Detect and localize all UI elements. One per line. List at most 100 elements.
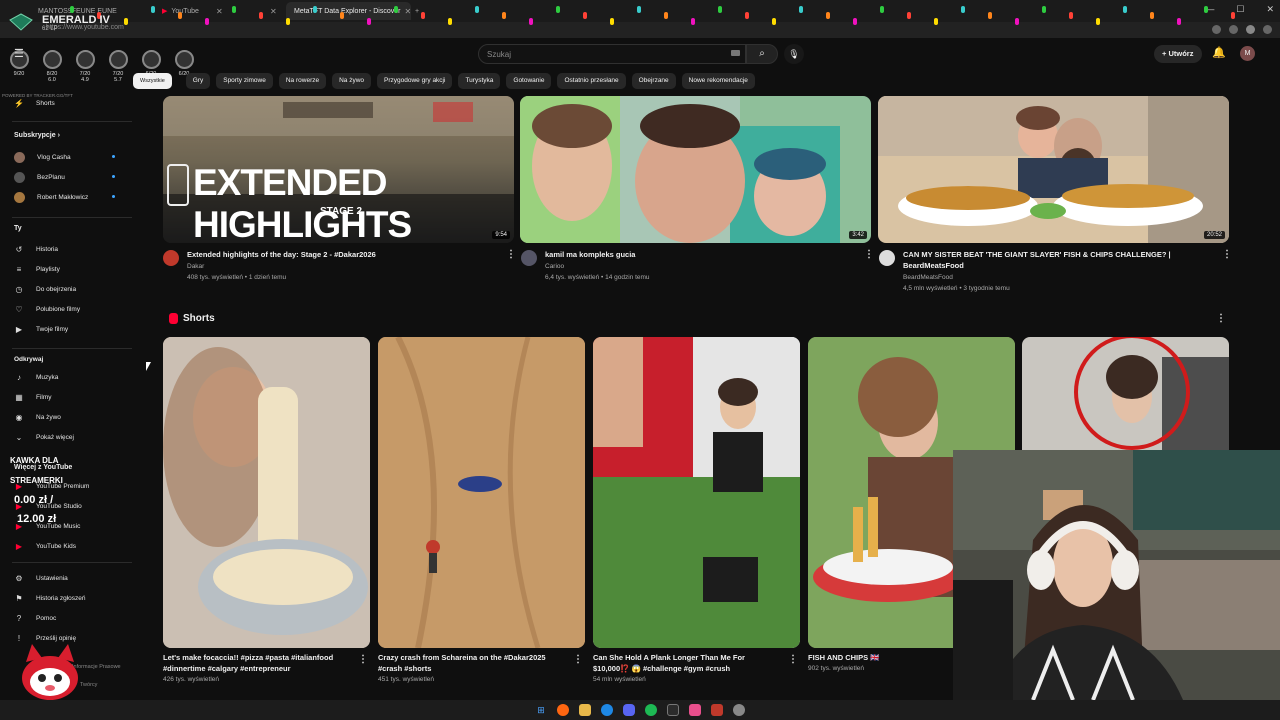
light-bulb: [1042, 6, 1046, 13]
filter-chip[interactable]: Nowe rekomendacje: [681, 73, 755, 89]
short-thumbnail-plank[interactable]: [593, 337, 800, 648]
more-options-icon[interactable]: ⋮: [573, 654, 583, 665]
sidebar-item[interactable]: ≡ Playlisty: [14, 261, 60, 277]
discord-icon[interactable]: [623, 704, 635, 716]
sidebar-item[interactable]: ▶ Twoje filmy: [14, 321, 68, 337]
short-title[interactable]: FISH AND CHIPS 🇬🇧: [808, 652, 948, 663]
profile-icon[interactable]: [1246, 25, 1255, 34]
short-thumbnail-focaccia[interactable]: [163, 337, 370, 648]
filter-chip[interactable]: Ostatnio przesłane: [557, 73, 626, 89]
obs-icon[interactable]: [667, 704, 679, 716]
shorts-icon: ⚡: [14, 98, 24, 108]
subscription-item[interactable]: BezPlanu: [14, 169, 124, 185]
video-title[interactable]: Extended highlights of the day: Stage 2 …: [187, 250, 487, 260]
sidebar-item-label: Historia zgłoszeń: [36, 594, 86, 602]
subscriptions-heading[interactable]: Subskrypcje ›: [14, 132, 60, 139]
sidebar: ⚡ Shorts Subskrypcje › Vlog Casha BezPlan…: [0, 95, 150, 700]
placement-avg: 4.9: [81, 77, 89, 83]
filter-chip[interactable]: Na żywo: [332, 73, 372, 89]
voice-search-button[interactable]: 🎙: [784, 44, 804, 64]
short-title[interactable]: Crazy crash from Schareina on the #Dakar…: [378, 652, 568, 663]
filter-chip[interactable]: Obejrzane: [631, 73, 676, 89]
short-title[interactable]: Can She Hold A Plank Longer Than Me For: [593, 652, 783, 663]
sidebar-item[interactable]: ⌄ Pokaż więcej: [14, 429, 74, 445]
short-title[interactable]: Let's make focaccia!! #pizza #pasta #ita…: [163, 652, 353, 663]
sidebar-item[interactable]: ▶ YouTube Kids: [14, 538, 76, 554]
sidebar-item[interactable]: ◷ Do obejrzenia: [14, 281, 77, 297]
video-title[interactable]: CAN MY SISTER BEAT 'THE GIANT SLAYER' FI…: [903, 250, 1213, 260]
video-title-line2[interactable]: BeardMeatsFood: [903, 261, 1213, 271]
spotify-icon[interactable]: [645, 704, 657, 716]
channel-avatar[interactable]: [879, 250, 895, 266]
close-window-icon[interactable]: ✕: [1266, 4, 1274, 15]
sidebar-item-shorts[interactable]: ⚡ Shorts: [14, 95, 55, 111]
channel-name[interactable]: Carioo: [545, 261, 564, 272]
hamburger-menu-icon[interactable]: ☰: [14, 47, 24, 60]
short-title-line2[interactable]: #dinnertime #calgary #entrepreneur: [163, 663, 353, 674]
file-explorer-icon[interactable]: [579, 704, 591, 716]
account-avatar[interactable]: M: [1240, 46, 1255, 61]
channel-name[interactable]: BeardMeatsFood: [903, 272, 953, 283]
channel-avatar[interactable]: [163, 250, 179, 266]
browser-tab-active[interactable]: MetaTFT Data Explorer - Discover ✕: [286, 2, 411, 20]
short-title-line2[interactable]: #crash #shorts: [378, 663, 568, 674]
keyboard-icon[interactable]: [731, 50, 740, 56]
placement-item: 8/20 6.0: [41, 50, 63, 83]
more-options-icon[interactable]: ⋮: [864, 249, 874, 260]
menu-icon[interactable]: [1263, 25, 1272, 34]
more-options-icon[interactable]: ⋮: [358, 654, 368, 665]
filter-chip[interactable]: Turystyka: [458, 73, 501, 89]
edge-icon[interactable]: [601, 704, 613, 716]
browser-tab[interactable]: ✕: [262, 2, 282, 20]
shorts-more-options-icon[interactable]: ⋮: [1216, 313, 1226, 324]
sidebar-item[interactable]: ? Pomoc: [14, 610, 56, 626]
sidebar-item[interactable]: ⚑ Historia zgłoszeń: [14, 590, 86, 606]
short-thumbnail-5[interactable]: [1022, 337, 1229, 450]
sidebar-item[interactable]: ♡ Polubione filmy: [14, 301, 80, 317]
video-thumbnail-dakar[interactable]: EXTENDED HIGHLIGHTS STAGE 2 9:54: [163, 96, 514, 243]
filter-chip[interactable]: Sporty zimowe: [216, 73, 273, 89]
filter-chip[interactable]: Na rowerze: [278, 73, 327, 89]
app-icon[interactable]: [711, 704, 723, 716]
you-heading[interactable]: Ty: [14, 225, 22, 232]
search-input[interactable]: Szukaj: [478, 44, 746, 64]
video-thumbnail-kamil[interactable]: 3:42: [520, 96, 871, 243]
video-title[interactable]: kamil ma kompleks gucia: [545, 250, 845, 260]
search-button[interactable]: ⌕: [746, 44, 778, 64]
app-icon[interactable]: [689, 704, 701, 716]
filter-chip[interactable]: Przygodowe gry akcji: [377, 73, 453, 89]
app-icon[interactable]: [733, 704, 745, 716]
more-options-icon[interactable]: ⋮: [506, 249, 516, 260]
sidebar-item[interactable]: ↺ Historia: [14, 241, 58, 257]
close-tab-icon[interactable]: ✕: [216, 7, 223, 16]
short-title-line2[interactable]: $10,000⁉️ 😱 #challenge #gym #crush: [593, 663, 783, 674]
sidebar-item[interactable]: ◉ Na żywo: [14, 409, 61, 425]
notifications-bell-icon[interactable]: 🔔: [1212, 46, 1226, 59]
address-bar[interactable]: https://www.youtube.com: [0, 22, 1280, 38]
short-thumbnail-crash[interactable]: [378, 337, 585, 648]
more-options-icon[interactable]: ⋮: [1222, 249, 1232, 260]
close-tab-icon[interactable]: ✕: [270, 7, 277, 16]
explore-heading: Odkrywaj: [14, 356, 44, 363]
video-thumbnail-fishandchips[interactable]: 20:52: [878, 96, 1229, 243]
sidebar-item[interactable]: ⚙ Ustawienia: [14, 570, 67, 586]
windows-start-icon[interactable]: ⊞: [535, 704, 547, 716]
filter-chip[interactable]: Wszystkie: [133, 73, 172, 89]
filter-chip[interactable]: Gotowanie: [506, 73, 552, 89]
subscription-item[interactable]: Robert Makłowicz: [14, 189, 124, 205]
subscription-item[interactable]: Vlog Casha: [14, 149, 124, 165]
more-options-icon[interactable]: ⋮: [788, 654, 798, 665]
extension-icon[interactable]: [1212, 25, 1221, 34]
maximize-icon[interactable]: ☐: [1236, 4, 1244, 15]
light-bulb: [394, 6, 398, 13]
sidebar-item[interactable]: ♪ Muzyka: [14, 369, 58, 385]
firefox-icon[interactable]: [557, 704, 569, 716]
filter-chip[interactable]: Gry: [185, 73, 211, 89]
extension-icons: [1212, 25, 1272, 34]
close-tab-icon[interactable]: ✕: [404, 7, 411, 16]
extension-icon[interactable]: [1229, 25, 1238, 34]
channel-name[interactable]: Dakar: [187, 261, 204, 272]
channel-avatar[interactable]: [521, 250, 537, 266]
create-button[interactable]: + Utwórz: [1154, 45, 1202, 63]
sidebar-item[interactable]: ▦ Filmy: [14, 389, 51, 405]
